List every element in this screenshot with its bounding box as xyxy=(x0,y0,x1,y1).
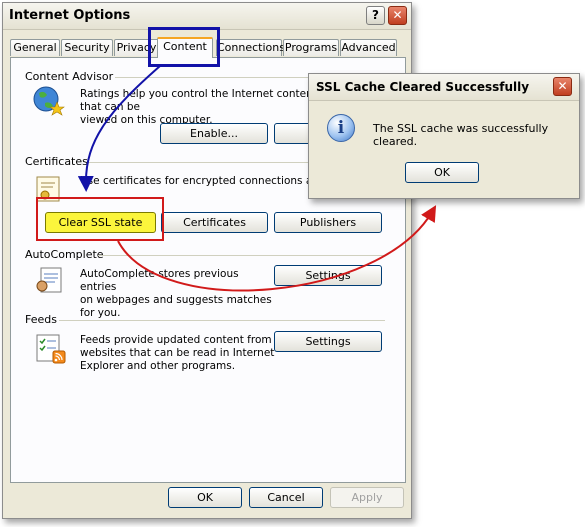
group-divider xyxy=(98,255,385,256)
tab-connections[interactable]: Connections xyxy=(216,39,285,56)
content-advisor-heading: Content Advisor xyxy=(25,70,114,83)
dialog-title: SSL Cache Cleared Successfully xyxy=(316,80,530,94)
dialog-title-bar[interactable]: SSL Cache Cleared Successfully ✕ xyxy=(309,74,579,101)
dialog-ok-button[interactable]: OK xyxy=(405,162,479,183)
tab-content[interactable]: Content xyxy=(157,37,213,58)
publishers-button[interactable]: Publishers xyxy=(274,212,382,233)
tab-security[interactable]: Security xyxy=(61,39,113,56)
tab-strip: General Security Privacy Content Connect… xyxy=(10,37,406,58)
autocomplete-form-icon xyxy=(36,267,62,293)
content-advisor-globe-icon xyxy=(33,86,65,116)
autocomplete-description: AutoComplete stores previous entries on … xyxy=(80,268,272,319)
help-button[interactable]: ? xyxy=(366,6,385,25)
certificates-button[interactable]: Certificates xyxy=(161,212,268,233)
certificates-description: Use certificates for encrypted connectio… xyxy=(80,175,310,187)
tab-general[interactable]: General xyxy=(10,39,60,56)
certificates-heading: Certificates xyxy=(25,155,88,168)
info-icon: i xyxy=(327,114,355,142)
apply-button[interactable]: Apply xyxy=(330,487,404,508)
ssl-cleared-dialog: SSL Cache Cleared Successfully ✕ i The S… xyxy=(308,73,580,199)
content-advisor-description: Ratings help you control the Internet co… xyxy=(80,88,317,126)
dialog-message: The SSL cache was successfully cleared. xyxy=(373,122,549,148)
feeds-icon xyxy=(36,334,66,364)
group-divider xyxy=(59,320,385,321)
ok-button[interactable]: OK xyxy=(168,487,242,508)
tab-advanced[interactable]: Advanced xyxy=(340,39,397,56)
enable-button[interactable]: Enable... xyxy=(160,123,268,144)
tab-programs[interactable]: Programs xyxy=(283,39,339,56)
autocomplete-settings-button[interactable]: Settings xyxy=(274,265,382,286)
dialog-close-button[interactable]: ✕ xyxy=(553,77,572,96)
window-title: Internet Options xyxy=(9,8,131,23)
feeds-settings-button[interactable]: Settings xyxy=(274,331,382,352)
feeds-heading: Feeds xyxy=(25,313,57,326)
feeds-description: Feeds provide updated content from websi… xyxy=(80,334,275,372)
clear-ssl-highlight xyxy=(36,197,164,241)
close-button[interactable]: ✕ xyxy=(388,6,407,25)
autocomplete-heading: AutoComplete xyxy=(25,248,104,261)
title-bar[interactable]: Internet Options ? ✕ xyxy=(3,3,411,30)
cancel-button[interactable]: Cancel xyxy=(249,487,323,508)
